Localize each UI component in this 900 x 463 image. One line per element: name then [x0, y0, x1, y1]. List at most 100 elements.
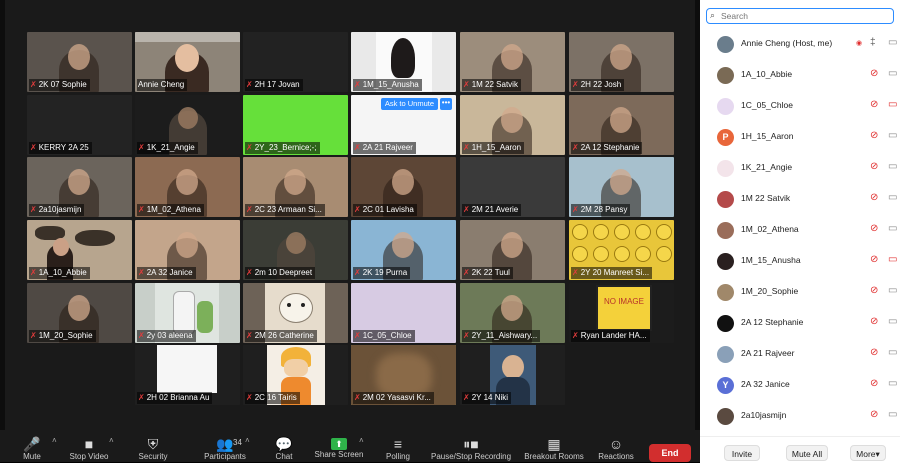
video-tile[interactable]: ✗ 2Y_11_Aishwary...: [460, 283, 565, 343]
muted-mic-icon: ✗: [246, 80, 253, 89]
video-tile[interactable]: NO IMAGE ✗ Ryan Lander HA...: [569, 283, 674, 343]
participant-row[interactable]: 1M_02_Athena ⊘ ▭: [700, 215, 900, 246]
camera-icon[interactable]: ▭: [888, 285, 897, 296]
video-tile[interactable]: ✗ 2M 26 Catherine: [243, 283, 348, 343]
muted-mic-icon[interactable]: ⊘: [870, 409, 878, 420]
participant-row[interactable]: Y 2A 32 Janice ⊘ ▭: [700, 370, 900, 401]
recording-button[interactable]: ⏸■ Pause/Stop Recording: [431, 436, 511, 462]
mute-all-button[interactable]: Mute All: [786, 445, 828, 461]
camera-icon[interactable]: ▭: [888, 130, 897, 141]
muted-mic-icon: ✗: [246, 268, 253, 277]
security-button[interactable]: ⛨ Security: [113, 436, 193, 462]
video-tile[interactable]: ✗ 2M 21 Averie: [460, 157, 565, 217]
muted-mic-icon: ✗: [30, 205, 37, 214]
ask-to-unmute-button[interactable]: Ask to Unmute: [380, 98, 438, 110]
muted-mic-icon[interactable]: ⊘: [870, 378, 878, 389]
video-tile[interactable]: ✗ 1M 22 Satvik: [460, 32, 565, 92]
video-tile[interactable]: ✗ 2C 23 Armaan Si...: [243, 157, 348, 217]
video-tile[interactable]: ✗ 2A 32 Janice: [135, 220, 240, 280]
video-tile[interactable]: ✗ 2H 22 Josh: [569, 32, 674, 92]
tile-more-button[interactable]: •••: [440, 98, 452, 110]
video-tile[interactable]: ✗ 2H 02 Brianna Au: [135, 345, 240, 405]
tile-name-label: ✗ 2A 32 Janice: [137, 267, 196, 279]
camera-off-icon[interactable]: ▭: [888, 254, 897, 265]
security-icon: ⛨: [147, 436, 159, 452]
muted-mic-icon[interactable]: ⊘: [870, 316, 878, 327]
video-tile[interactable]: ✗ 1A_10_Abbie: [27, 220, 132, 280]
more-options-button[interactable]: More▾: [850, 445, 886, 461]
video-tile[interactable]: ✗ 2M 28 Pansy: [569, 157, 674, 217]
video-tile[interactable]: ✗ 2K 07 Sophie: [27, 32, 132, 92]
participant-name: 1M_20_Sophie: [741, 286, 799, 296]
video-tile[interactable]: ✗ 2A 12 Stephanie: [569, 95, 674, 155]
video-tile[interactable]: ✗ KERRY 2A 25: [27, 95, 132, 155]
video-tile[interactable]: ✗ 2C 16 Tairis: [243, 345, 348, 405]
muted-mic-icon[interactable]: ⊘: [870, 254, 878, 265]
reactions-button[interactable]: ☺ Reactions: [576, 436, 656, 462]
end-meeting-button[interactable]: End: [649, 444, 691, 462]
participant-row[interactable]: 1M_20_Sophie ⊘ ▭: [700, 277, 900, 308]
camera-icon[interactable]: ▭: [888, 223, 897, 234]
polling-button[interactable]: ≡ Polling: [358, 436, 438, 462]
muted-mic-icon: ✗: [138, 393, 145, 402]
video-tile[interactable]: ✗ 2K 19 Purna: [351, 220, 456, 280]
muted-mic-icon[interactable]: ⊘: [870, 192, 878, 203]
emoji-face: [635, 224, 651, 240]
video-tile[interactable]: ✗ 2K 22 Tuul: [460, 220, 565, 280]
camera-icon[interactable]: ▭: [888, 161, 897, 172]
participant-row[interactable]: 1M 22 Satvik ⊘ ▭: [700, 184, 900, 215]
video-tile[interactable]: ✗ 2m 10 Deepreet: [243, 220, 348, 280]
muted-mic-icon[interactable]: ⊘: [870, 99, 878, 110]
video-tile[interactable]: ✗ 2a10jasmijn: [27, 157, 132, 217]
no-image-placeholder: NO IMAGE: [596, 285, 652, 331]
video-tile[interactable]: Annie Cheng: [135, 32, 240, 92]
video-tile[interactable]: ✗ 2C 01 Lavisha: [351, 157, 456, 217]
tile-name-label: ✗ 1M_02_Athena: [137, 204, 204, 216]
muted-mic-icon[interactable]: ⊘: [870, 130, 878, 141]
search-input[interactable]: [721, 10, 889, 22]
video-tile[interactable]: Ask to Unmute ••• ✗ 2A 21 Rajveer: [351, 95, 456, 155]
video-tile[interactable]: ✗ 2Y 20 Manreet Si...: [569, 220, 674, 280]
camera-icon[interactable]: ▭: [888, 409, 897, 420]
camera-icon[interactable]: ▭: [888, 192, 897, 203]
muted-mic-icon[interactable]: ⊘: [870, 68, 878, 79]
video-tile[interactable]: ✗ 1M_02_Athena: [135, 157, 240, 217]
participant-row[interactable]: 1A_10_Abbie ⊘ ▭: [700, 60, 900, 91]
microphone-icon[interactable]: ‡: [870, 37, 876, 48]
camera-off-icon[interactable]: ▭: [888, 99, 897, 110]
video-tile[interactable]: ✗ 1C_05_Chloe: [351, 283, 456, 343]
emoji-face: [614, 224, 630, 240]
tile-name-label: ✗ 2Y 20 Manreet Si...: [571, 267, 653, 279]
person-face: [392, 169, 414, 195]
participant-row[interactable]: 1C_05_Chloe ⊘ ▭: [700, 91, 900, 122]
video-tile[interactable]: ✗ 1K_21_Angie: [135, 95, 240, 155]
person-face: [501, 107, 523, 133]
participant-row[interactable]: P 1H_15_Aaron ⊘ ▭: [700, 122, 900, 153]
invite-button[interactable]: Invite: [724, 445, 760, 461]
muted-mic-icon[interactable]: ⊘: [870, 347, 878, 358]
participant-row[interactable]: 1K_21_Angie ⊘ ▭: [700, 153, 900, 184]
camera-icon[interactable]: ▭: [888, 347, 897, 358]
participant-row[interactable]: 2A 21 Rajveer ⊘ ▭: [700, 339, 900, 370]
video-tile[interactable]: ✗ 1M_15_Anusha: [351, 32, 456, 92]
participant-row[interactable]: 1M_15_Anusha ⊘ ▭: [700, 246, 900, 277]
camera-icon[interactable]: ▭: [888, 378, 897, 389]
video-tile[interactable]: ✗ 2Y 14 Niki: [460, 345, 565, 405]
video-tile[interactable]: ✗ 2M 02 Yasasvi Kr...: [351, 345, 456, 405]
avatar: [717, 67, 734, 84]
video-tile[interactable]: ✗ 2H 17 Jovan: [243, 32, 348, 92]
video-tile[interactable]: ✗ 1M_20_Sophie: [27, 283, 132, 343]
muted-mic-icon[interactable]: ⊘: [870, 285, 878, 296]
participant-row[interactable]: 2a10jasmijn ⊘ ▭: [700, 401, 900, 432]
participant-search[interactable]: ⌕: [706, 8, 894, 24]
participant-row[interactable]: Annie Cheng (Host, me) ◉ ‡ ▭: [700, 29, 900, 60]
participant-row[interactable]: 2A 12 Stephanie ⊘ ▭: [700, 308, 900, 339]
video-tile[interactable]: ✗ 2y 03 aleena: [135, 283, 240, 343]
video-tile[interactable]: ✗ 2Y_23_Bernice;-;: [243, 95, 348, 155]
camera-icon[interactable]: ▭: [888, 316, 897, 327]
muted-mic-icon[interactable]: ⊘: [870, 161, 878, 172]
muted-mic-icon[interactable]: ⊘: [870, 223, 878, 234]
camera-icon[interactable]: ▭: [888, 68, 897, 79]
camera-icon[interactable]: ▭: [888, 37, 897, 48]
video-tile[interactable]: ✗ 1H_15_Aaron: [460, 95, 565, 155]
